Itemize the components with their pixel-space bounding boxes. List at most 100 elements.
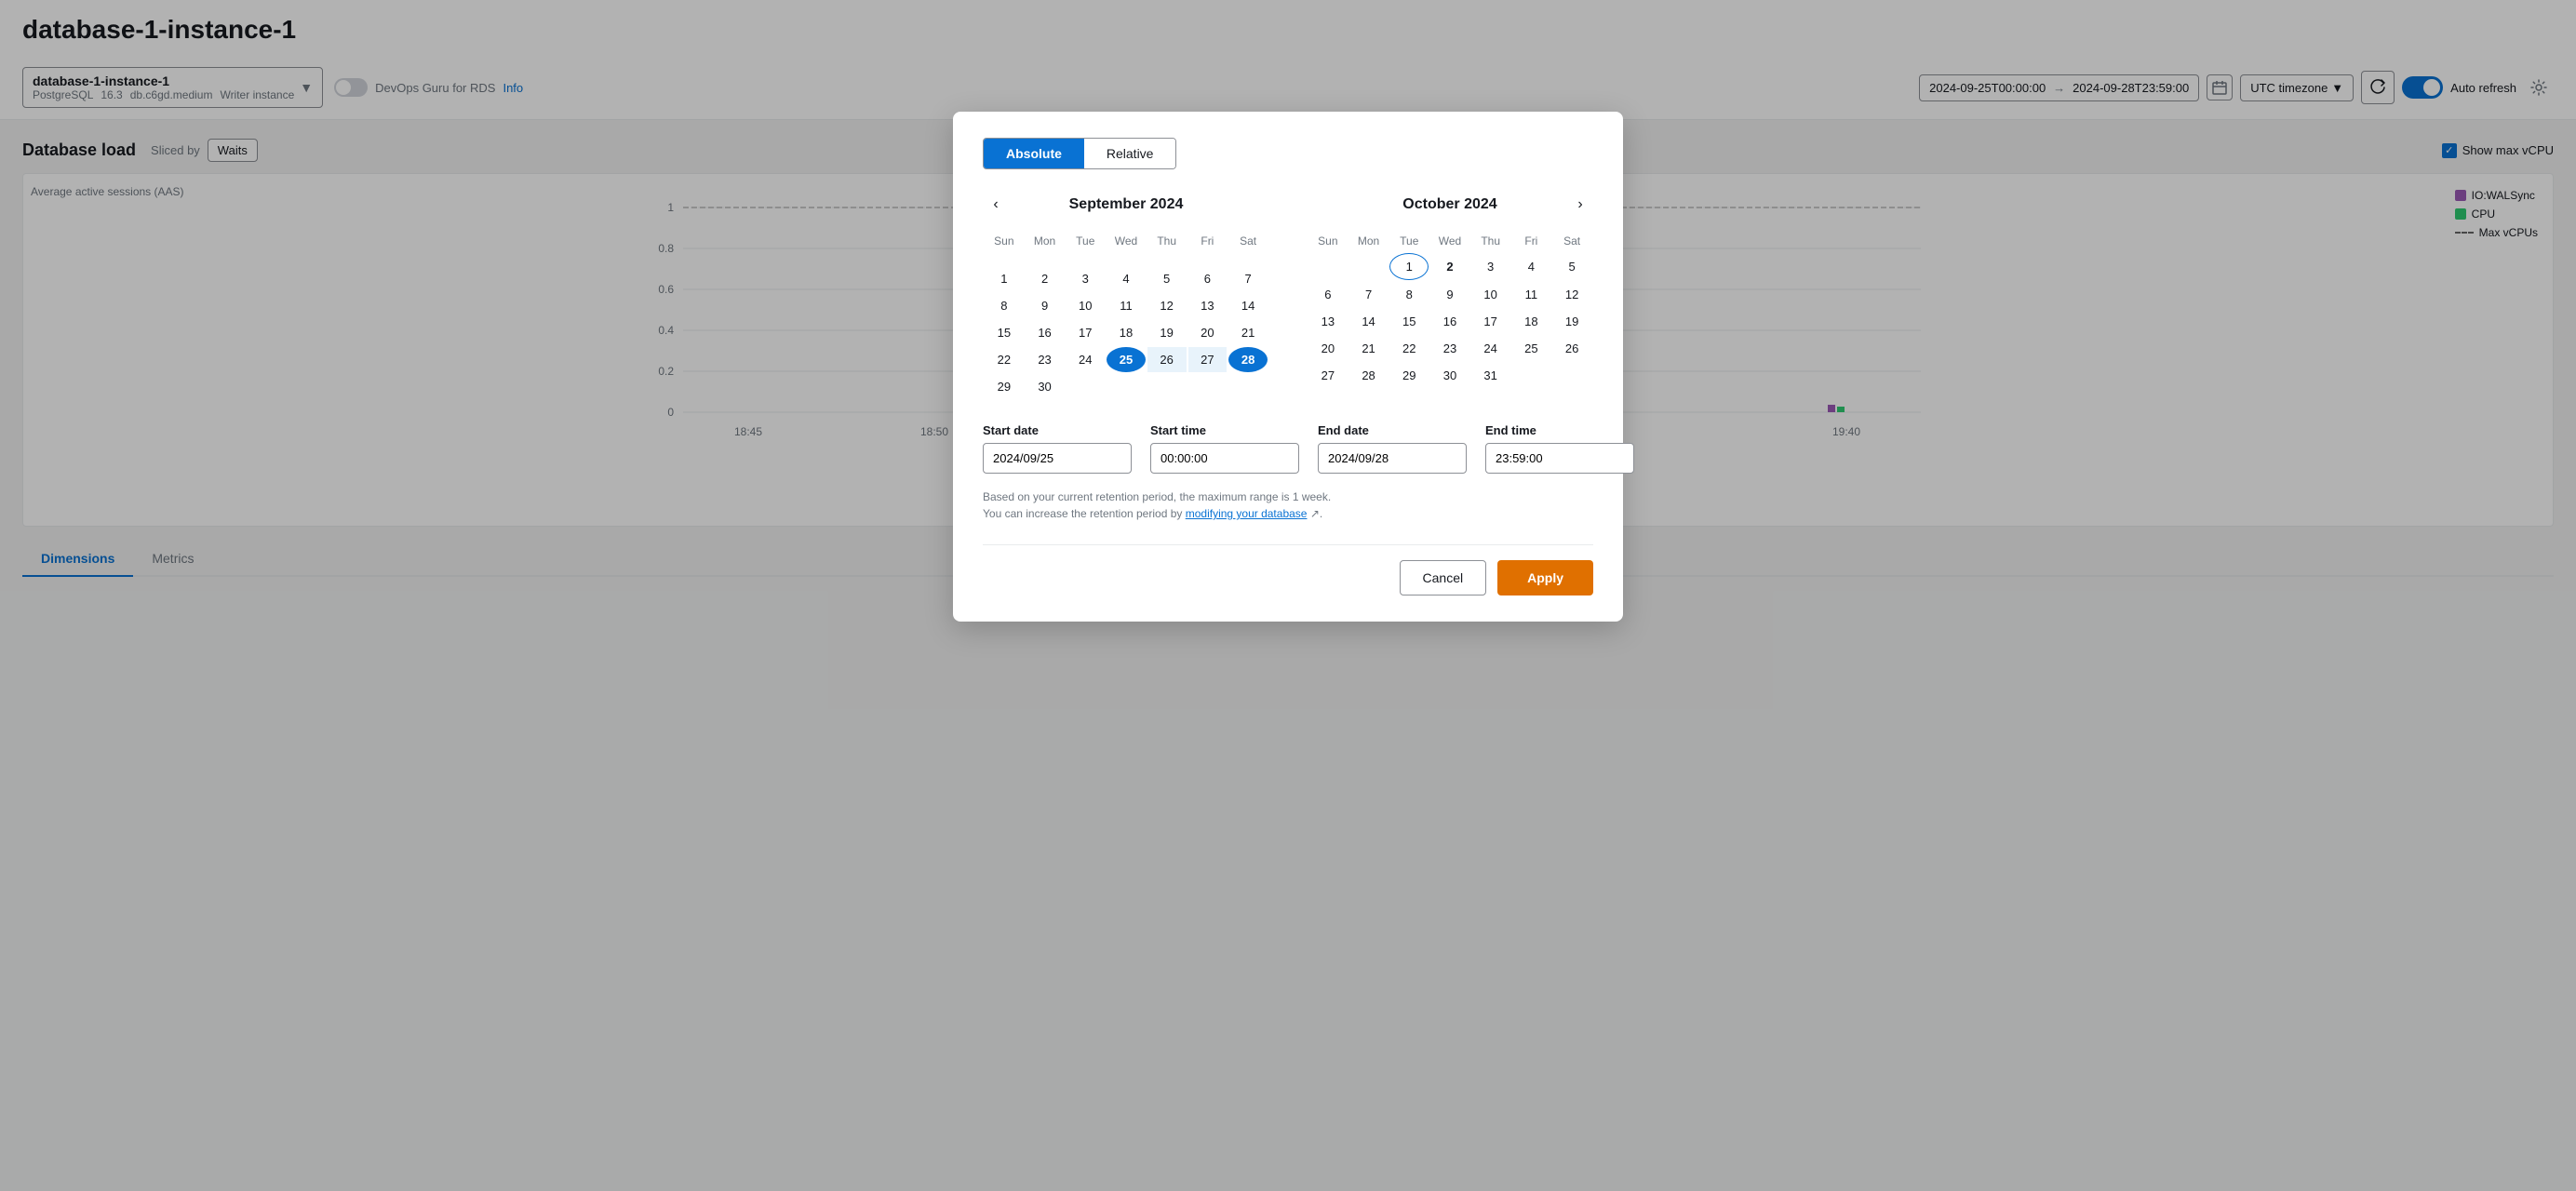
oct-15[interactable]: 15 — [1389, 309, 1429, 334]
oct-23[interactable]: 23 — [1430, 336, 1469, 361]
sep-empty-12 — [1228, 374, 1268, 399]
oct-20[interactable]: 20 — [1308, 336, 1348, 361]
oct-29[interactable]: 29 — [1389, 363, 1429, 388]
sep-empty-7 — [1228, 253, 1268, 264]
table-row: 6 7 8 9 10 11 12 — [1308, 282, 1591, 307]
sep-empty-11 — [1188, 374, 1228, 399]
oct-14[interactable]: 14 — [1349, 309, 1389, 334]
sep-26[interactable]: 26 — [1147, 347, 1187, 372]
oct-col-sun: Sun — [1308, 231, 1348, 251]
sep-2[interactable]: 2 — [1026, 266, 1065, 291]
oct-18[interactable]: 18 — [1512, 309, 1551, 334]
sep-empty-1 — [985, 253, 1024, 264]
oct-21[interactable]: 21 — [1349, 336, 1389, 361]
oct-30[interactable]: 30 — [1430, 363, 1469, 388]
october-calendar: October 2024 › Sun Mon Tue Wed Thu Fri — [1307, 192, 1593, 401]
sep-18[interactable]: 18 — [1107, 320, 1146, 345]
sep-21[interactable]: 21 — [1228, 320, 1268, 345]
sep-22[interactable]: 22 — [985, 347, 1024, 372]
sep-6[interactable]: 6 — [1188, 266, 1228, 291]
oct-empty-4 — [1552, 363, 1591, 388]
sep-24[interactable]: 24 — [1066, 347, 1105, 372]
oct-10[interactable]: 10 — [1471, 282, 1510, 307]
oct-7[interactable]: 7 — [1349, 282, 1389, 307]
sep-10[interactable]: 10 — [1066, 293, 1105, 318]
sep-4[interactable]: 4 — [1107, 266, 1146, 291]
sep-8[interactable]: 8 — [985, 293, 1024, 318]
sep-5[interactable]: 5 — [1147, 266, 1187, 291]
sep-30[interactable]: 30 — [1026, 374, 1065, 399]
oct-2[interactable]: 2 — [1430, 253, 1469, 280]
tab-absolute[interactable]: Absolute — [984, 139, 1084, 168]
oct-6[interactable]: 6 — [1308, 282, 1348, 307]
oct-17[interactable]: 17 — [1471, 309, 1510, 334]
col-tue: Tue — [1066, 231, 1105, 251]
sep-3[interactable]: 3 — [1066, 266, 1105, 291]
sep-11[interactable]: 11 — [1107, 293, 1146, 318]
datetime-inputs-row: Start date Start time End date End time — [983, 423, 1593, 474]
sep-19[interactable]: 19 — [1147, 320, 1187, 345]
calendars-container: ‹ September 2024 Sun Mon Tue Wed Thu — [983, 192, 1593, 401]
sep-23[interactable]: 23 — [1026, 347, 1065, 372]
oct-28[interactable]: 28 — [1349, 363, 1389, 388]
oct-11[interactable]: 11 — [1512, 282, 1551, 307]
september-header: ‹ September 2024 — [983, 192, 1269, 218]
oct-26[interactable]: 26 — [1552, 336, 1591, 361]
oct-16[interactable]: 16 — [1430, 309, 1469, 334]
prev-month-button[interactable]: ‹ — [983, 192, 1009, 218]
sep-empty-9 — [1107, 374, 1146, 399]
next-month-button[interactable]: › — [1567, 192, 1593, 218]
sep-12[interactable]: 12 — [1147, 293, 1187, 318]
end-time-input[interactable] — [1485, 443, 1634, 474]
tab-relative[interactable]: Relative — [1084, 139, 1176, 168]
oct-3[interactable]: 3 — [1471, 253, 1510, 280]
table-row: 13 14 15 16 17 18 19 — [1308, 309, 1591, 334]
oct-27[interactable]: 27 — [1308, 363, 1348, 388]
oct-1[interactable]: 1 — [1389, 253, 1429, 280]
date-mode-tabs: Absolute Relative — [983, 138, 1176, 169]
sep-17[interactable]: 17 — [1066, 320, 1105, 345]
oct-31[interactable]: 31 — [1471, 363, 1510, 388]
sep-29[interactable]: 29 — [985, 374, 1024, 399]
september-grid: Sun Mon Tue Wed Thu Fri Sat — [983, 229, 1269, 401]
start-time-input[interactable] — [1150, 443, 1299, 474]
start-time-field: Start time — [1150, 423, 1299, 474]
start-date-input[interactable] — [983, 443, 1132, 474]
oct-19[interactable]: 19 — [1552, 309, 1591, 334]
oct-5[interactable]: 5 — [1552, 253, 1591, 280]
col-sun: Sun — [985, 231, 1024, 251]
sep-1[interactable]: 1 — [985, 266, 1024, 291]
oct-4[interactable]: 4 — [1512, 253, 1551, 280]
oct-empty-2 — [1349, 253, 1389, 280]
oct-9[interactable]: 9 — [1430, 282, 1469, 307]
oct-col-mon: Mon — [1349, 231, 1389, 251]
september-calendar: ‹ September 2024 Sun Mon Tue Wed Thu — [983, 192, 1269, 401]
sep-9[interactable]: 9 — [1026, 293, 1065, 318]
retention-note: Based on your current retention period, … — [983, 488, 1593, 522]
sep-28-selected[interactable]: 28 — [1228, 347, 1268, 372]
oct-12[interactable]: 12 — [1552, 282, 1591, 307]
retention-note-prefix: You can increase the retention period by — [983, 507, 1182, 520]
oct-22[interactable]: 22 — [1389, 336, 1429, 361]
sep-27[interactable]: 27 — [1188, 347, 1228, 372]
oct-8[interactable]: 8 — [1389, 282, 1429, 307]
retention-link[interactable]: modifying your database — [1186, 507, 1308, 520]
sep-7[interactable]: 7 — [1228, 266, 1268, 291]
sep-15[interactable]: 15 — [985, 320, 1024, 345]
sep-25-selected[interactable]: 25 — [1107, 347, 1146, 372]
table-row: 22 23 24 25 26 27 28 — [985, 347, 1268, 372]
col-wed: Wed — [1107, 231, 1146, 251]
end-date-input[interactable] — [1318, 443, 1467, 474]
sep-14[interactable]: 14 — [1228, 293, 1268, 318]
sep-13[interactable]: 13 — [1188, 293, 1228, 318]
sep-16[interactable]: 16 — [1026, 320, 1065, 345]
table-row: 1 2 3 4 5 — [1308, 253, 1591, 280]
oct-24[interactable]: 24 — [1471, 336, 1510, 361]
oct-13[interactable]: 13 — [1308, 309, 1348, 334]
cancel-button[interactable]: Cancel — [1400, 560, 1487, 596]
modal-overlay: Absolute Relative ‹ September 2024 Su — [0, 0, 2576, 1191]
apply-button[interactable]: Apply — [1497, 560, 1593, 596]
sep-20[interactable]: 20 — [1188, 320, 1228, 345]
date-picker-modal: Absolute Relative ‹ September 2024 Su — [953, 112, 1623, 622]
oct-25[interactable]: 25 — [1512, 336, 1551, 361]
